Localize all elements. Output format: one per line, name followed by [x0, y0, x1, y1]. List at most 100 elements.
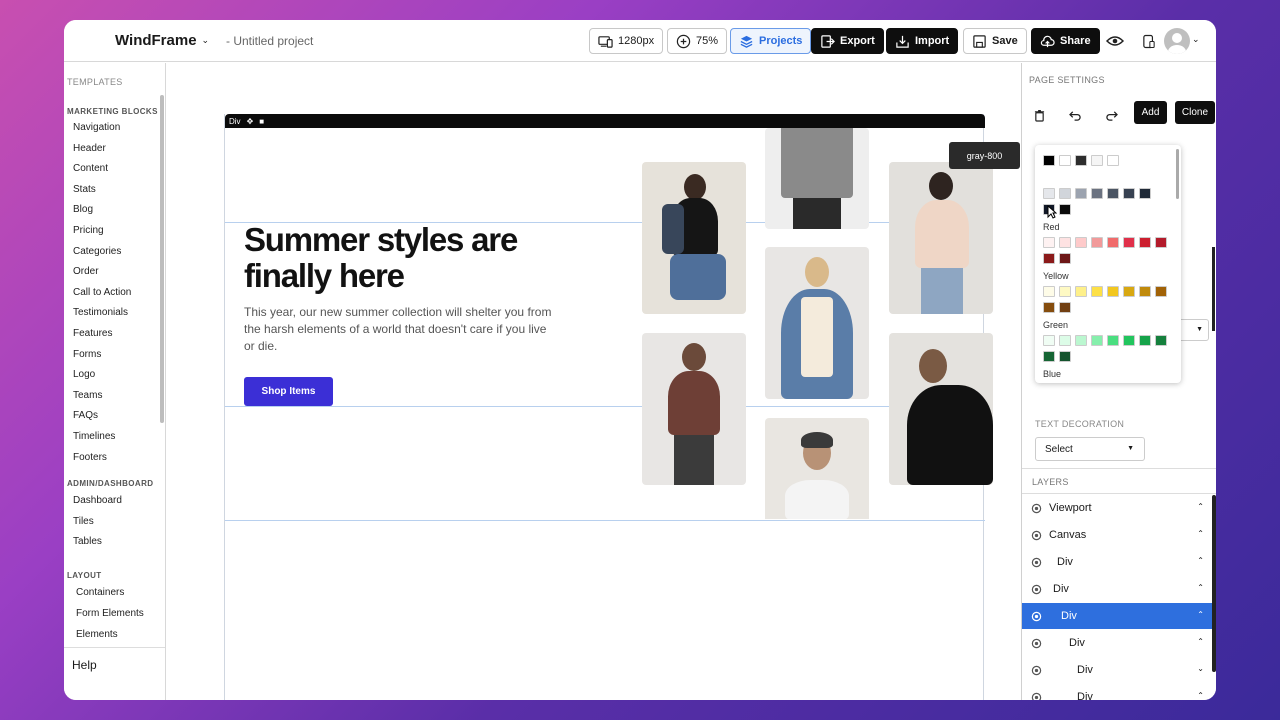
green-swatch[interactable]	[1123, 335, 1135, 346]
layer-item[interactable]: Div ⌄	[1022, 657, 1212, 683]
yellow-swatch[interactable]	[1091, 286, 1103, 297]
help-link[interactable]: Help	[64, 647, 165, 682]
layer-item[interactable]: Canvas ⌃	[1022, 522, 1212, 548]
product-photo[interactable]	[765, 128, 869, 229]
gray-swatch[interactable]	[1075, 155, 1087, 166]
sidebar-item-blog[interactable]: Blog	[73, 204, 93, 215]
gray-swatch[interactable]	[1139, 188, 1151, 199]
clone-button[interactable]: Clone	[1175, 101, 1215, 124]
green-swatch[interactable]	[1091, 335, 1103, 346]
sidebar-item-header[interactable]: Header	[73, 143, 106, 154]
visibility-eye-icon[interactable]	[1031, 557, 1042, 568]
red-swatch[interactable]	[1043, 237, 1055, 248]
hero-description[interactable]: This year, our new summer collection wil…	[244, 304, 554, 355]
gray-swatch[interactable]	[1091, 155, 1103, 166]
chevron-toggle-icon[interactable]: ⌃	[1197, 691, 1204, 700]
red-swatch[interactable]	[1139, 237, 1151, 248]
gray-swatch[interactable]	[1123, 188, 1135, 199]
sidebar-item-navigation[interactable]: Navigation	[73, 122, 120, 133]
layer-item[interactable]: Div ⌃	[1022, 603, 1212, 629]
sidebar-item-call-to-action[interactable]: Call to Action	[73, 287, 131, 298]
color-picker-popover[interactable]: Red Yellow Green Blue	[1035, 145, 1181, 383]
gray-swatch[interactable]	[1107, 155, 1119, 166]
sidebar-item-logo[interactable]: Logo	[73, 369, 95, 380]
sidebar-item-content[interactable]: Content	[73, 163, 108, 174]
sidebar-item-tiles[interactable]: Tiles	[73, 516, 94, 527]
hero-title[interactable]: Summer styles are finally here	[244, 222, 584, 294]
sidebar-item-containers[interactable]: Containers	[76, 587, 124, 598]
yellow-swatch[interactable]	[1107, 286, 1119, 297]
export-button[interactable]: Export	[811, 28, 884, 54]
red-swatch[interactable]	[1107, 237, 1119, 248]
yellow-swatch[interactable]	[1155, 286, 1167, 297]
visibility-eye-icon[interactable]	[1031, 503, 1042, 514]
green-swatch[interactable]	[1155, 335, 1167, 346]
yellow-swatch[interactable]	[1139, 286, 1151, 297]
editor-canvas[interactable]: Div ✥ ■ Summer styles are finally here T…	[167, 63, 1021, 700]
red-swatch[interactable]	[1059, 253, 1071, 264]
trash-icon[interactable]	[1029, 105, 1049, 125]
yellow-swatch[interactable]	[1043, 286, 1055, 297]
picker-scrollbar[interactable]	[1176, 149, 1179, 199]
green-swatch[interactable]	[1107, 335, 1119, 346]
visibility-eye-icon[interactable]	[1031, 665, 1042, 676]
share-button[interactable]: Share	[1031, 28, 1100, 54]
save-button[interactable]: Save	[963, 28, 1027, 54]
sidebar-item-teams[interactable]: Teams	[73, 390, 102, 401]
sidebar-item-forms[interactable]: Forms	[73, 349, 101, 360]
gray-swatch[interactable]	[1091, 188, 1103, 199]
layer-item[interactable]: Div ⌃	[1022, 630, 1212, 656]
gray-swatch[interactable]	[1059, 204, 1071, 215]
visibility-eye-icon[interactable]	[1031, 611, 1042, 622]
chevron-toggle-icon[interactable]: ⌃	[1197, 502, 1204, 511]
product-photo[interactable]	[642, 162, 746, 314]
red-swatch[interactable]	[1155, 237, 1167, 248]
sidebar-item-features[interactable]: Features	[73, 328, 112, 339]
yellow-swatch[interactable]	[1043, 302, 1055, 313]
layer-item[interactable]: Div ⌃	[1022, 576, 1212, 602]
yellow-swatch[interactable]	[1059, 302, 1071, 313]
panel-scrollbar[interactable]	[1212, 247, 1215, 331]
chevron-toggle-icon[interactable]: ⌃	[1197, 583, 1204, 592]
chevron-toggle-icon[interactable]: ⌃	[1197, 610, 1204, 619]
green-swatch[interactable]	[1075, 335, 1087, 346]
green-swatch[interactable]	[1139, 335, 1151, 346]
red-swatch[interactable]	[1043, 253, 1055, 264]
product-photo[interactable]	[889, 333, 993, 485]
sidebar-item-form-elements[interactable]: Form Elements	[76, 608, 144, 619]
chevron-down-icon[interactable]: ⌄	[1192, 34, 1200, 45]
page-frame[interactable]: Div ✥ ■ Summer styles are finally here T…	[224, 114, 993, 700]
import-button[interactable]: Import	[886, 28, 959, 54]
sidebar-item-testimonials[interactable]: Testimonials	[73, 307, 128, 318]
sidebar-item-faqs[interactable]: FAQs	[73, 410, 98, 421]
layer-item[interactable]: Div ⌃	[1022, 684, 1212, 700]
move-icon[interactable]: ✥	[247, 117, 254, 126]
chevron-toggle-icon[interactable]: ⌃	[1197, 556, 1204, 565]
yellow-swatch[interactable]	[1075, 286, 1087, 297]
green-swatch[interactable]	[1043, 351, 1055, 362]
gray-swatch[interactable]	[1107, 188, 1119, 199]
preview-eye-icon[interactable]	[1104, 30, 1126, 52]
sidebar-scrollbar[interactable]	[160, 95, 164, 423]
gray-swatch[interactable]	[1043, 155, 1055, 166]
redo-icon[interactable]	[1101, 105, 1121, 125]
projects-button[interactable]: Projects	[730, 28, 812, 54]
layer-item[interactable]: Viewport ⌃	[1022, 495, 1212, 521]
red-swatch[interactable]	[1075, 237, 1087, 248]
device-preview-icon[interactable]	[1138, 30, 1160, 52]
chevron-toggle-icon[interactable]: ⌄	[1197, 664, 1204, 673]
text-decoration-select[interactable]: Select ▼	[1035, 437, 1145, 461]
brand-menu[interactable]: WindFrame ⌄	[115, 32, 209, 49]
product-photo[interactable]	[642, 333, 746, 485]
chevron-toggle-icon[interactable]: ⌃	[1197, 529, 1204, 538]
undo-icon[interactable]	[1065, 105, 1085, 125]
sidebar-item-pricing[interactable]: Pricing	[73, 225, 104, 236]
sidebar-item-order[interactable]: Order	[73, 266, 99, 277]
gray-swatch[interactable]	[1059, 188, 1071, 199]
chevron-toggle-icon[interactable]: ⌃	[1197, 637, 1204, 646]
yellow-swatch[interactable]	[1059, 286, 1071, 297]
red-swatch[interactable]	[1123, 237, 1135, 248]
sidebar-item-timelines[interactable]: Timelines	[73, 431, 115, 442]
layer-item[interactable]: Div ⌃	[1022, 549, 1212, 575]
product-photo[interactable]	[765, 247, 869, 399]
